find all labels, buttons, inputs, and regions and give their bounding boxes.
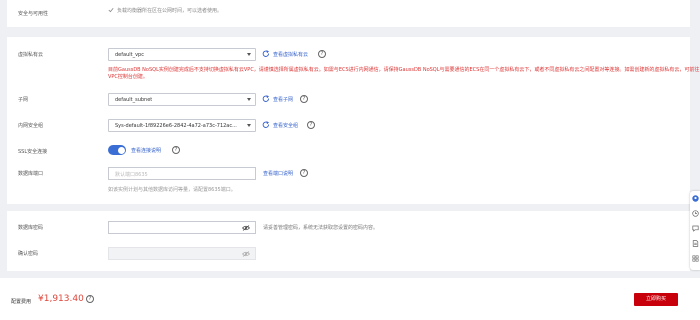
confirm-password-row: 确认密码 — [7, 247, 690, 261]
vpc-value: default_vpc — [115, 52, 144, 58]
password-label: 数据库密码 — [18, 225, 44, 231]
password-card: 数据库密码 请妥善管理密码，系统无法获取您设置的密码内容。 确认密码 — [7, 211, 690, 271]
help-icon[interactable]: ? — [300, 169, 308, 177]
ssl-label: SSL安全连接 — [18, 149, 48, 155]
vpc-label: 虚拟私有云 — [18, 52, 44, 58]
help-icon[interactable]: ? — [318, 50, 326, 58]
db-port-info-link[interactable]: 查看端口说明 — [263, 170, 293, 177]
service-icon[interactable] — [692, 195, 699, 202]
network-card: 虚拟私有云 default_vpc 查看虚拟私有云 ? 目前GaussDB No… — [7, 37, 699, 204]
refresh-icon[interactable] — [262, 50, 270, 58]
eye-off-icon[interactable] — [242, 225, 250, 231]
chat-icon[interactable] — [692, 225, 699, 232]
security-group-view-link[interactable]: 查看安全组 — [273, 122, 298, 129]
help-icon[interactable]: ? — [300, 95, 308, 103]
security-card: 安全与可用性 负载均衡器所在区在公网时间，可以选者使用。 — [7, 0, 690, 27]
footer-bar: 配置费用 ¥1,913.40 ? 立即购买 — [0, 278, 700, 320]
db-port-row: 数据库端口 默认端口8635 查看端口说明 ? — [7, 167, 690, 181]
help-icon[interactable]: ? — [172, 146, 180, 154]
subnet-value: default_subnet — [115, 97, 153, 103]
price-label: 配置费用 — [11, 299, 32, 305]
password-input[interactable] — [108, 221, 256, 234]
db-port-placeholder: 默认端口8635 — [115, 172, 148, 178]
security-label: 安全与可用性 — [18, 11, 49, 17]
password-hint: 请妥善管理密码，系统无法获取您设置的密码内容。 — [263, 225, 379, 231]
confirm-password-label: 确认密码 — [18, 251, 39, 257]
price-value: ¥1,913.40 — [38, 294, 84, 304]
security-group-row: 内网安全组 Sys-default-1f89226e6-2842-4a72-a7… — [7, 119, 690, 133]
security-group-select[interactable]: Sys-default-1f89226e6-2842-4a72-a73c-712… — [108, 119, 256, 132]
subnet-select[interactable]: default_subnet — [108, 93, 256, 106]
eye-off-icon[interactable] — [242, 251, 250, 257]
subnet-label: 子网 — [18, 97, 29, 103]
document-icon[interactable] — [692, 240, 699, 247]
ssl-toggle[interactable] — [108, 145, 126, 155]
security-group-value: Sys-default-1f89226e6-2842-4a72-a73c-712… — [115, 123, 237, 129]
vpc-select[interactable]: default_vpc — [108, 48, 256, 61]
vpc-row: 虚拟私有云 default_vpc 查看虚拟私有云 ? — [7, 48, 690, 62]
chevron-down-icon — [247, 53, 251, 56]
refresh-icon[interactable] — [262, 95, 270, 103]
vpc-warning: 目前GaussDB NoSQL实例创建完成后不支持切换虚拟私有云VPC，请谨慎选… — [108, 67, 700, 80]
submit-button[interactable]: 立即购买 — [634, 293, 678, 306]
help-icon[interactable]: ? — [307, 121, 315, 129]
confirm-password-input[interactable] — [108, 247, 256, 260]
chevron-down-icon — [247, 124, 251, 127]
side-toolbar — [690, 191, 700, 270]
db-port-label: 数据库端口 — [18, 171, 44, 177]
security-group-label: 内网安全组 — [18, 123, 44, 129]
vpc-view-link[interactable]: 查看虚拟私有云 — [273, 51, 308, 58]
chevron-down-icon — [247, 98, 251, 101]
ssl-row: SSL安全连接 查看连接说明 ? — [7, 145, 690, 159]
help-icon[interactable]: ? — [86, 295, 94, 303]
clock-icon[interactable] — [692, 210, 699, 217]
db-port-hint: 如该实例计划与其他数据库访问等量，请配置8635端口。 — [108, 187, 236, 193]
subnet-view-link[interactable]: 查看子网 — [273, 96, 293, 103]
grid-icon[interactable] — [692, 255, 699, 262]
password-row: 数据库密码 请妥善管理密码，系统无法获取您设置的密码内容。 — [7, 221, 690, 235]
check-icon[interactable] — [108, 7, 114, 13]
refresh-icon[interactable] — [262, 121, 270, 129]
security-checkbox-text: 负载均衡器所在区在公网时间，可以选者使用。 — [117, 8, 223, 14]
subnet-row: 子网 default_subnet 查看子网 ? — [7, 93, 690, 107]
db-port-input[interactable]: 默认端口8635 — [108, 167, 256, 180]
ssl-info-link[interactable]: 查看连接说明 — [131, 147, 161, 154]
